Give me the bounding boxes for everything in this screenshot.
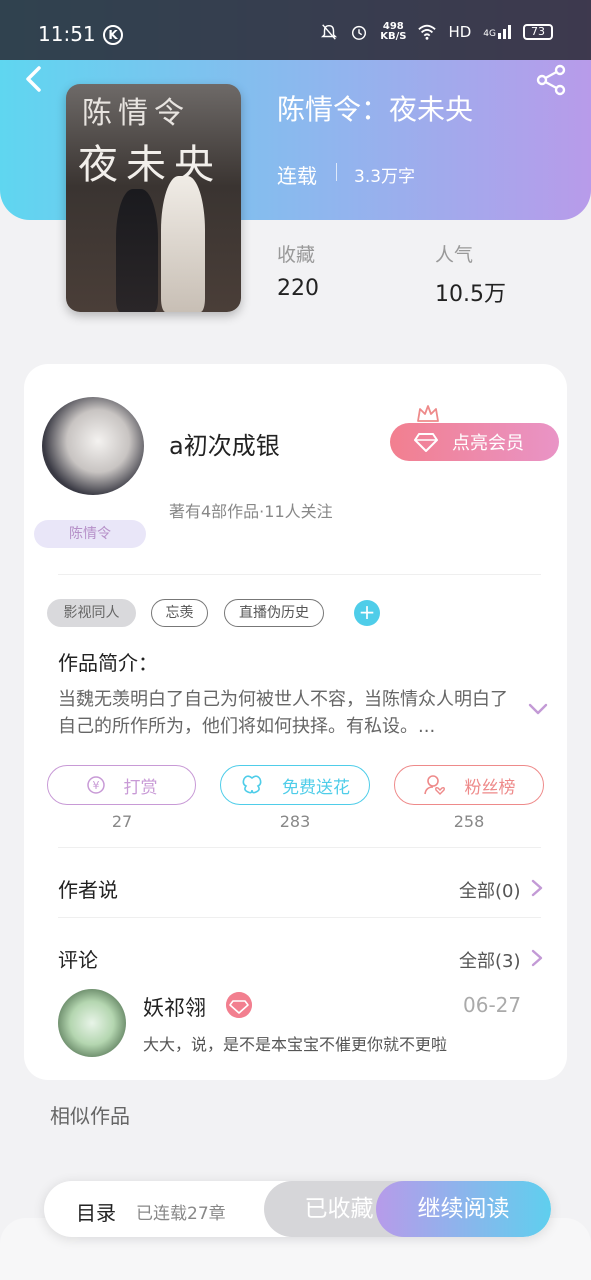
author-info: 著有4部作品·11人关注 bbox=[169, 502, 333, 521]
popularity-label: 人气 bbox=[435, 244, 474, 266]
divider bbox=[58, 847, 541, 848]
send-flower-label: 免费送花 bbox=[282, 777, 350, 798]
comment-user-avatar[interactable] bbox=[58, 989, 126, 1057]
comment-date: 06-27 bbox=[463, 993, 522, 1017]
wifi-icon bbox=[418, 24, 437, 40]
divider bbox=[58, 917, 541, 918]
author-avatar[interactable] bbox=[42, 397, 144, 495]
similar-works-title: 相似作品 bbox=[50, 1104, 130, 1128]
favorites-label: 收藏 bbox=[277, 244, 316, 266]
author-says-title: 作者说 bbox=[58, 878, 118, 902]
status-divider bbox=[336, 163, 337, 181]
author-fan-badge: 陈情令 bbox=[34, 520, 146, 548]
book-status: 连载 bbox=[277, 164, 317, 188]
bottom-action-bar: 目录 已连载27章 已收藏 继续阅读 bbox=[44, 1181, 551, 1237]
tag-film-fanfic[interactable]: 影视同人 bbox=[47, 599, 136, 627]
tag-live-history[interactable]: 直播伪历史 bbox=[224, 599, 324, 627]
fan-count: 258 bbox=[453, 812, 485, 831]
fan-ranking-label: 粉丝榜 bbox=[464, 777, 516, 798]
book-word-count: 3.3万字 bbox=[354, 167, 416, 187]
fan-ranking-button[interactable]: 粉丝榜 bbox=[394, 765, 544, 805]
send-flower-button[interactable]: 免费送花 bbox=[220, 765, 370, 805]
vip-button[interactable]: 点亮会员 bbox=[390, 423, 559, 461]
table-of-contents-button[interactable]: 目录 bbox=[76, 1197, 116, 1226]
continue-reading-button[interactable]: 继续阅读 bbox=[376, 1181, 551, 1237]
comment-user-name[interactable]: 妖祁翎 bbox=[143, 992, 206, 1022]
share-button[interactable] bbox=[535, 64, 567, 96]
book-title: 陈情令：夜未央 bbox=[277, 93, 474, 126]
diamond-icon bbox=[414, 433, 438, 452]
cover-title-line2: 夜未央 bbox=[78, 142, 222, 188]
hd-indicator: HD bbox=[448, 23, 472, 41]
net-speed: 498 KB/S bbox=[380, 22, 406, 42]
popularity-value: 10.5万 bbox=[435, 282, 506, 307]
cover-title-line1: 陈情令 bbox=[82, 96, 190, 131]
fan-user-heart-icon bbox=[423, 775, 445, 795]
divider bbox=[58, 574, 541, 575]
tag-wangxian[interactable]: 忘羡 bbox=[151, 599, 208, 627]
signal-icon: 4G bbox=[483, 25, 511, 39]
crown-icon bbox=[417, 405, 439, 422]
chevron-right-icon[interactable] bbox=[530, 878, 544, 898]
reward-count: 27 bbox=[111, 812, 133, 831]
expand-chevron-icon[interactable] bbox=[527, 700, 549, 718]
vip-diamond-badge-icon bbox=[226, 992, 252, 1018]
flower-icon bbox=[242, 775, 262, 794]
flower-count: 283 bbox=[279, 812, 311, 831]
comment-text[interactable]: 大大，说，是不是本宝宝不催更你就不更啦 bbox=[143, 1031, 447, 1055]
k-app-icon: K bbox=[103, 25, 123, 45]
signal-label: 4G bbox=[483, 29, 496, 39]
mute-bell-icon bbox=[321, 24, 338, 40]
add-tag-button[interactable]: + bbox=[354, 600, 380, 626]
vip-button-label: 点亮会员 bbox=[452, 433, 524, 454]
reward-button[interactable]: ¥ 打赏 bbox=[47, 765, 196, 805]
book-cover[interactable]: 陈情令 夜未央 bbox=[66, 84, 241, 312]
comments-title: 评论 bbox=[58, 948, 98, 972]
net-speed-unit: KB/S bbox=[380, 31, 407, 42]
reward-label: 打赏 bbox=[123, 777, 158, 798]
chevron-right-icon[interactable] bbox=[530, 948, 544, 968]
svg-text:¥: ¥ bbox=[92, 779, 99, 792]
author-says-more-link[interactable]: 全部(0) bbox=[459, 877, 521, 903]
comments-more-link[interactable]: 全部(3) bbox=[459, 947, 521, 973]
coin-icon: ¥ bbox=[86, 776, 105, 794]
synopsis-text: 当魏无羡明白了自己为何被世人不容，当陈情众人明白了自己的所作所为，他们将如何抉择… bbox=[58, 689, 508, 737]
alarm-icon bbox=[352, 25, 367, 40]
author-name[interactable]: a初次成银 bbox=[169, 426, 280, 461]
synopsis-title: 作品简介： bbox=[58, 651, 158, 675]
battery-indicator: 73 bbox=[523, 24, 553, 40]
cover-figure-dark bbox=[116, 189, 158, 312]
back-button[interactable] bbox=[20, 64, 50, 94]
chapter-count: 已连载27章 bbox=[136, 1204, 226, 1224]
status-time: 11:51 bbox=[38, 22, 96, 46]
cover-figure-light bbox=[161, 176, 205, 312]
favorites-value: 220 bbox=[277, 276, 319, 301]
status-bar: 11:51 K 498 KB/S HD 4G 73 bbox=[0, 0, 591, 60]
